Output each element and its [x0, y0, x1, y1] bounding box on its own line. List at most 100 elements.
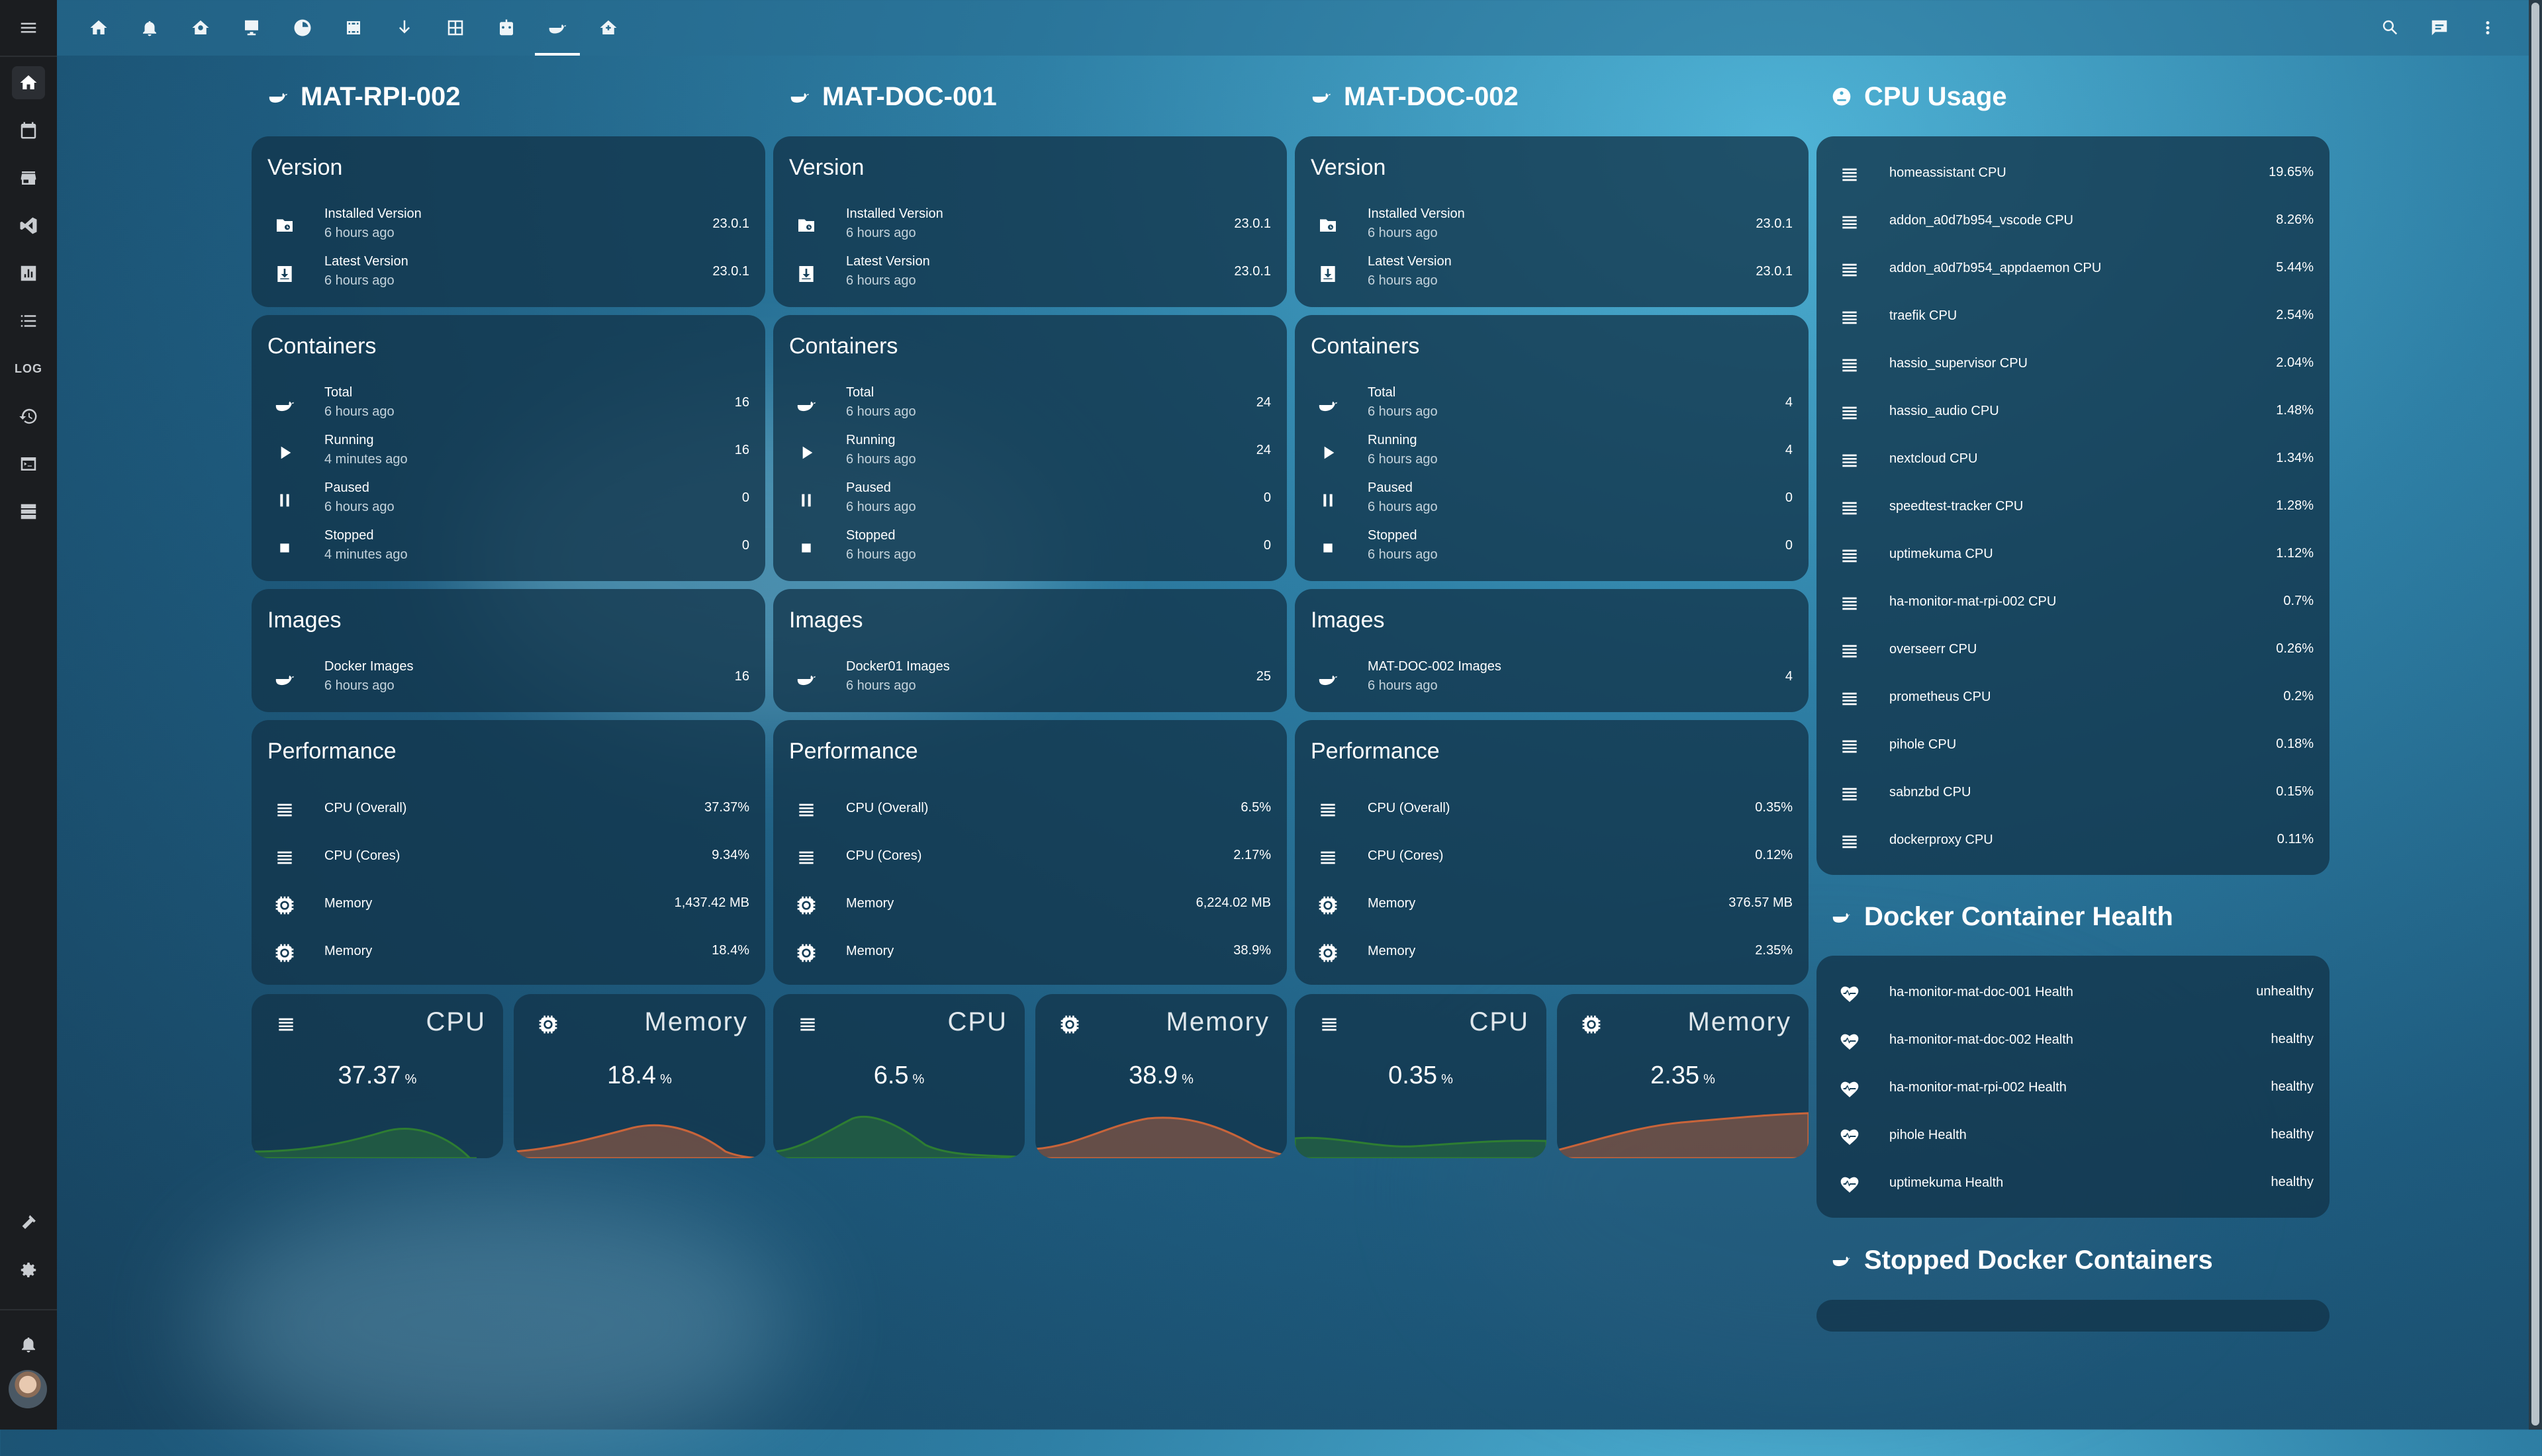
row-label: Installed Version — [324, 206, 422, 221]
cpu-usage-row-speedtest-tracker-cpu[interactable]: speedtest-tracker CPU 1.28% — [1832, 484, 2314, 532]
cpu-history-tile[interactable]: CPU 0.35% — [1295, 994, 1546, 1158]
chip-icon — [275, 1014, 297, 1035]
page-scrollbar[interactable] — [2529, 0, 2542, 1430]
cpu-usage-row-homeassistant-cpu[interactable]: homeassistant CPU 19.65% — [1832, 151, 2314, 199]
memory-icon — [274, 942, 295, 964]
cpu-overall-row[interactable]: CPU (Overall) 6.5% — [789, 786, 1271, 834]
tab-desktop-icon[interactable] — [235, 11, 268, 44]
cpu-usage-row-ha-monitor-mat-rpi-002-cpu[interactable]: ha-monitor-mat-rpi-002 CPU 0.7% — [1832, 580, 2314, 627]
memory-percent-row[interactable]: Memory 38.9% — [789, 929, 1271, 977]
memory-percent-row[interactable]: Memory 18.4% — [267, 929, 749, 977]
containers-running-row[interactable]: Running 6 hours ago 4 — [1311, 429, 1793, 477]
latest-version-row[interactable]: Latest Version 6 hours ago 23.0.1 — [789, 250, 1271, 298]
memory-mb-row[interactable]: Memory 6,224.02 MB — [789, 882, 1271, 929]
calendar-icon[interactable] — [12, 114, 45, 147]
cpu-usage-row-prometheus-cpu[interactable]: prometheus CPU 0.2% — [1832, 675, 2314, 723]
server-icon[interactable] — [12, 495, 45, 528]
cpu-cores-row[interactable]: CPU (Cores) 2.17% — [789, 834, 1271, 882]
images-row[interactable]: Docker01 Images 6 hours ago 25 — [789, 655, 1271, 703]
chip-icon — [1317, 847, 1339, 868]
containers-paused-row[interactable]: Paused 6 hours ago 0 — [789, 477, 1271, 524]
containers-running-row[interactable]: Running 6 hours ago 24 — [789, 429, 1271, 477]
settings-gear-icon[interactable] — [12, 1253, 45, 1287]
terminal-icon[interactable] — [12, 447, 45, 480]
scrollbar-thumb[interactable] — [2531, 3, 2539, 1426]
cpu-cores-row[interactable]: CPU (Cores) 9.34% — [267, 834, 749, 882]
containers-stopped-row[interactable]: Stopped 6 hours ago 0 — [1311, 524, 1793, 572]
assist-chat-icon[interactable] — [2423, 11, 2456, 44]
installed-version-row[interactable]: Installed Version 6 hours ago 23.0.1 — [1311, 203, 1793, 250]
vscode-icon[interactable] — [12, 209, 45, 242]
containers-total-row[interactable]: Total 6 hours ago 16 — [267, 381, 749, 429]
server-title-mat-rpi-002: MAT-RPI-002 — [267, 77, 461, 116]
row-label: CPU (Cores) — [324, 848, 400, 863]
log-viewer-icon[interactable]: LOG — [12, 352, 45, 385]
cpu-usage-row-addon-a0d7b954-appdaemon-cpu[interactable]: addon_a0d7b954_appdaemon CPU 5.44% — [1832, 246, 2314, 294]
tab-home-automation-icon[interactable] — [184, 11, 217, 44]
memory-history-tile[interactable]: Memory 2.35% — [1557, 994, 1809, 1158]
tile-value-unit: % — [660, 1072, 672, 1087]
tab-download-icon[interactable] — [388, 11, 421, 44]
cpu-overall-row[interactable]: CPU (Overall) 37.37% — [267, 786, 749, 834]
latest-version-row[interactable]: Latest Version 6 hours ago 23.0.1 — [1311, 250, 1793, 298]
health-row-ha-monitor-mat-doc-001-health[interactable]: ha-monitor-mat-doc-001 Health unhealthy — [1832, 970, 2314, 1018]
notifications-bell-icon[interactable] — [12, 1328, 45, 1361]
user-avatar[interactable] — [9, 1370, 47, 1408]
cpu-usage-row-addon-a0d7b954-vscode-cpu[interactable]: addon_a0d7b954_vscode CPU 8.26% — [1832, 199, 2314, 246]
containers-stopped-row[interactable]: Stopped 4 minutes ago 0 — [267, 524, 749, 572]
cpu-usage-row-hassio-audio-cpu[interactable]: hassio_audio CPU 1.48% — [1832, 389, 2314, 437]
tab-home-icon[interactable] — [82, 11, 115, 44]
row-label: Latest Version — [846, 254, 930, 269]
cpu-usage-row-dockerproxy-cpu[interactable]: dockerproxy CPU 0.11% — [1832, 818, 2314, 866]
cpu-usage-row-nextcloud-cpu[interactable]: nextcloud CPU 1.34% — [1832, 437, 2314, 484]
tab-house-settings-icon[interactable] — [592, 11, 625, 44]
cpu-usage-row-hassio-supervisor-cpu[interactable]: hassio_supervisor CPU 2.04% — [1832, 341, 2314, 389]
tab-media-icon[interactable] — [337, 11, 370, 44]
containers-paused-row[interactable]: Paused 6 hours ago 0 — [267, 477, 749, 524]
store-icon[interactable] — [12, 161, 45, 195]
containers-paused-row[interactable]: Paused 6 hours ago 0 — [1311, 477, 1793, 524]
images-row[interactable]: MAT-DOC-002 Images 6 hours ago 4 — [1311, 655, 1793, 703]
cpu-overall-row[interactable]: CPU (Overall) 0.35% — [1311, 786, 1793, 834]
cpu-usage-row-uptimekuma-cpu[interactable]: uptimekuma CPU 1.12% — [1832, 532, 2314, 580]
memory-percent-row[interactable]: Memory 2.35% — [1311, 929, 1793, 977]
tab-bell-icon[interactable] — [133, 11, 166, 44]
health-row-ha-monitor-mat-doc-002-health[interactable]: ha-monitor-mat-doc-002 Health healthy — [1832, 1018, 2314, 1066]
history-icon[interactable] — [12, 400, 45, 433]
tab-grid-icon[interactable] — [439, 11, 472, 44]
memory-mb-row[interactable]: Memory 1,437.42 MB — [267, 882, 749, 929]
containers-card: Containers Total 6 hours ago 4 Running 6 hour… — [1295, 315, 1809, 581]
cpu-usage-row-traefik-cpu[interactable]: traefik CPU 2.54% — [1832, 294, 2314, 341]
health-row-ha-monitor-mat-rpi-002-health[interactable]: ha-monitor-mat-rpi-002 Health healthy — [1832, 1066, 2314, 1113]
developer-tools-hammer-icon[interactable] — [12, 1206, 45, 1239]
memory-history-tile[interactable]: Memory 38.9% — [1035, 994, 1287, 1158]
cpu-usage-row-overseerr-cpu[interactable]: overseerr CPU 0.26% — [1832, 627, 2314, 675]
memory-mb-row[interactable]: Memory 376.57 MB — [1311, 882, 1793, 929]
containers-running-row[interactable]: Running 4 minutes ago 16 — [267, 429, 749, 477]
tab-docker-icon[interactable] — [541, 11, 574, 44]
logbook-list-icon[interactable] — [12, 304, 45, 338]
history-chart-icon[interactable] — [12, 257, 45, 290]
more-vertical-icon[interactable] — [2471, 11, 2504, 44]
cpu-usage-row-pihole-cpu[interactable]: pihole CPU 0.18% — [1832, 723, 2314, 770]
search-icon[interactable] — [2374, 11, 2407, 44]
cpu-cores-row[interactable]: CPU (Cores) 0.12% — [1311, 834, 1793, 882]
cpu-history-tile[interactable]: CPU 6.5% — [773, 994, 1025, 1158]
menu-icon[interactable] — [12, 11, 45, 44]
memory-history-tile[interactable]: Memory 18.4% — [514, 994, 765, 1158]
images-row[interactable]: Docker Images 6 hours ago 16 — [267, 655, 749, 703]
overview-home-icon[interactable] — [12, 66, 45, 99]
health-row-uptimekuma-health[interactable]: uptimekuma Health healthy — [1832, 1161, 2314, 1208]
installed-version-row[interactable]: Installed Version 6 hours ago 23.0.1 — [789, 203, 1271, 250]
latest-version-row[interactable]: Latest Version 6 hours ago 23.0.1 — [267, 250, 749, 298]
tab-network-icon[interactable] — [286, 11, 319, 44]
cpu-usage-row-sabnzbd-cpu[interactable]: sabnzbd CPU 0.15% — [1832, 770, 2314, 818]
health-row-pihole-health[interactable]: pihole Health healthy — [1832, 1113, 2314, 1161]
containers-stopped-row[interactable]: Stopped 6 hours ago 0 — [789, 524, 1271, 572]
tab-robot-icon[interactable] — [490, 11, 523, 44]
containers-total-row[interactable]: Total 6 hours ago 24 — [789, 381, 1271, 429]
stop-icon — [274, 537, 295, 559]
installed-version-row[interactable]: Installed Version 6 hours ago 23.0.1 — [267, 203, 749, 250]
containers-total-row[interactable]: Total 6 hours ago 4 — [1311, 381, 1793, 429]
cpu-history-tile[interactable]: CPU 37.37% — [252, 994, 503, 1158]
